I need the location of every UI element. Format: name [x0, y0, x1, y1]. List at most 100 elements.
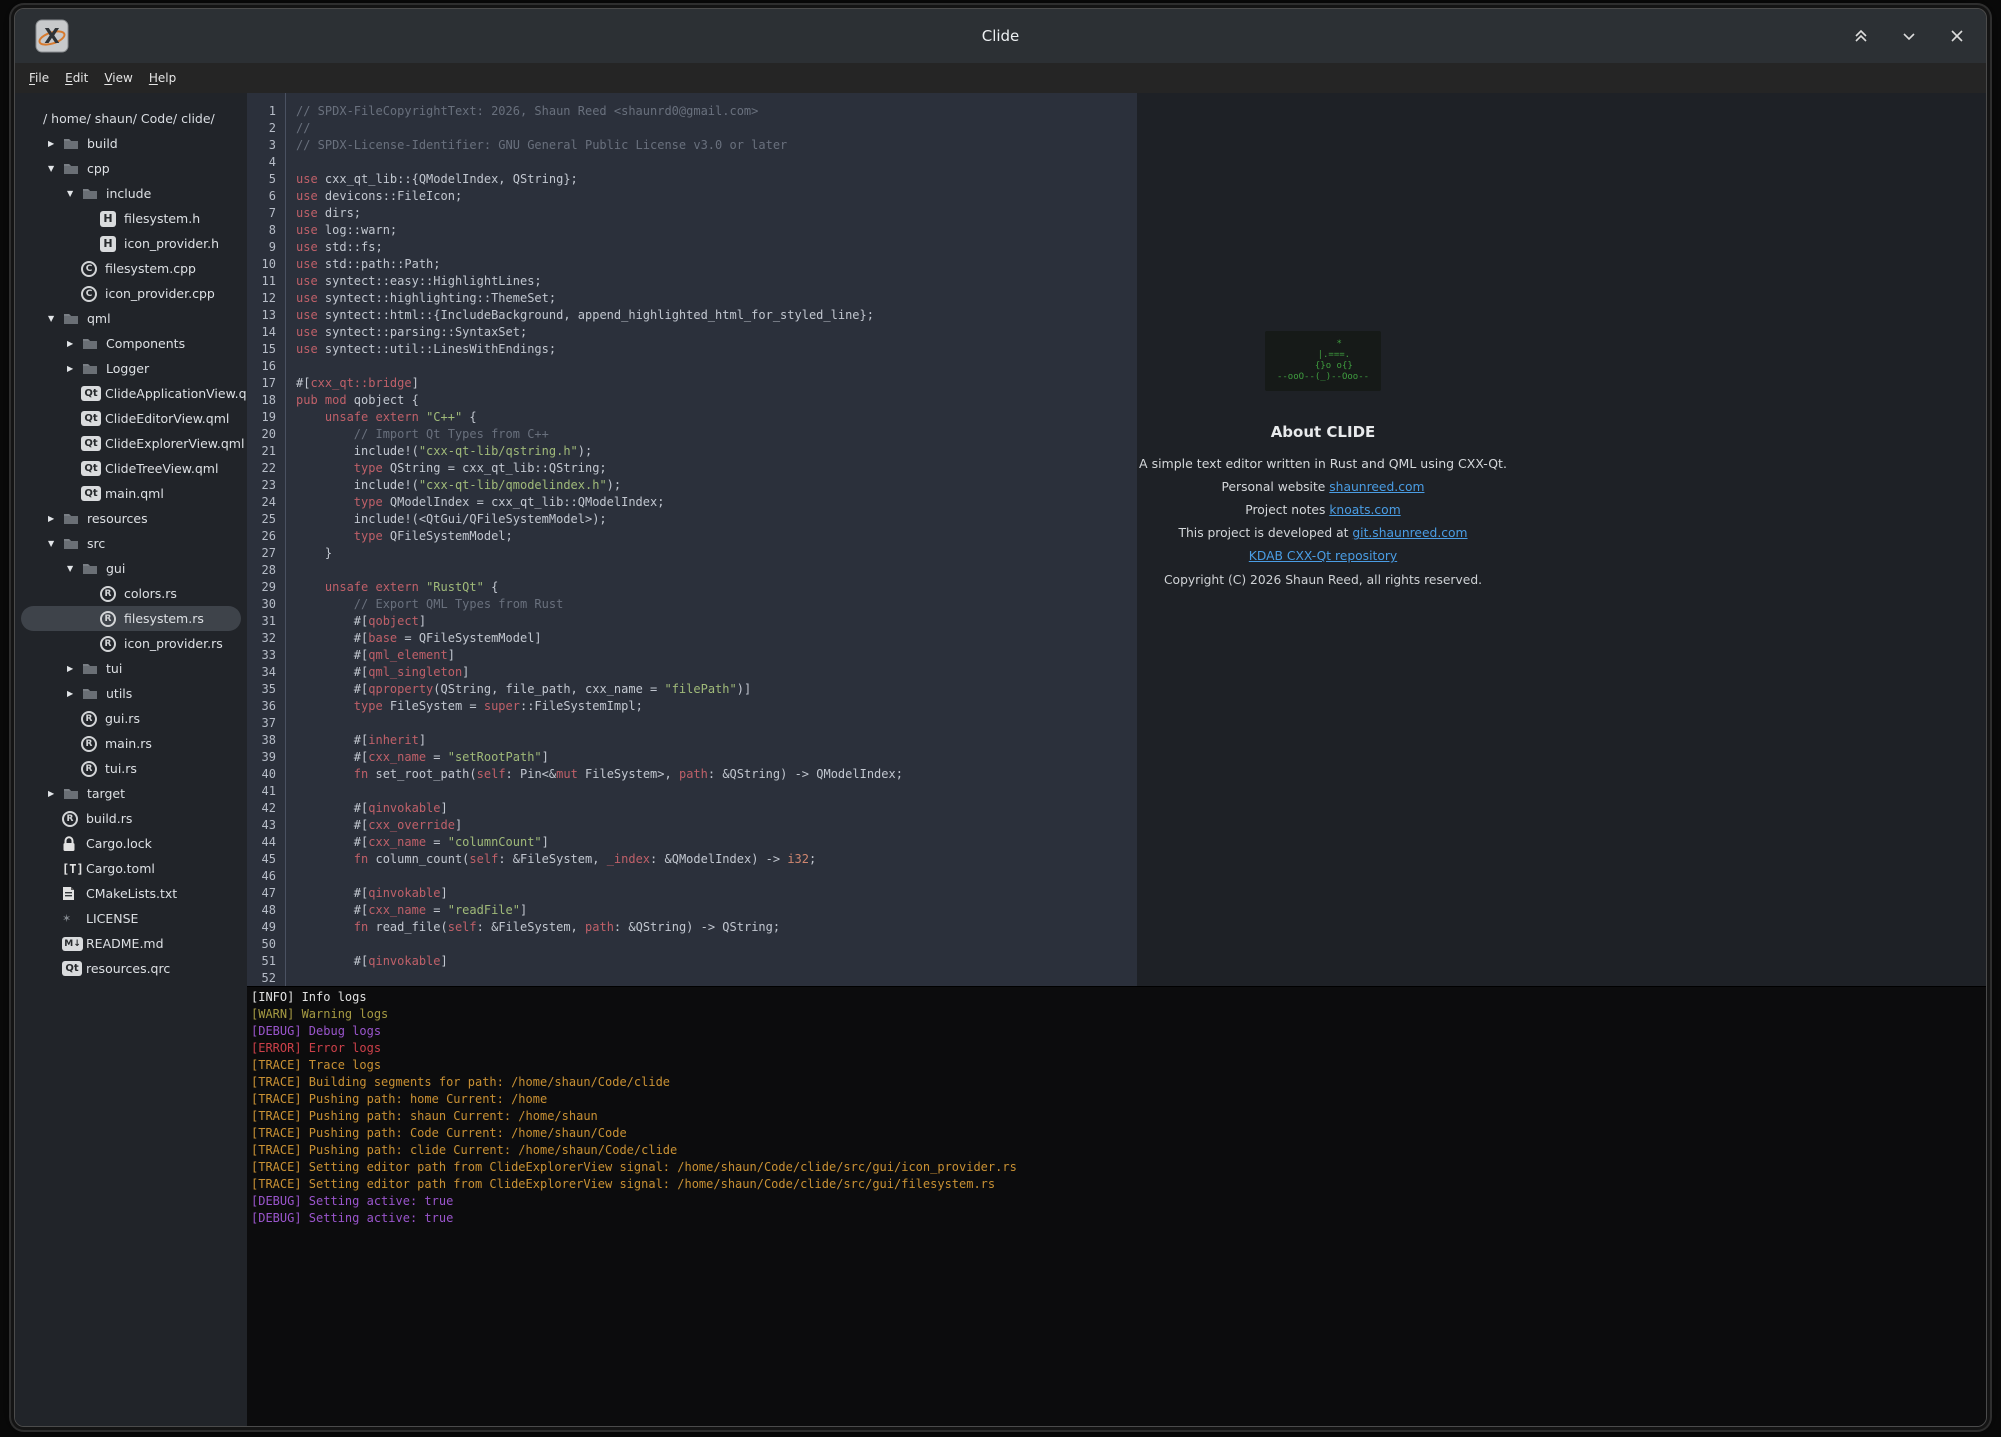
line-number: 13: [247, 307, 276, 324]
close-window-button[interactable]: [1948, 27, 1966, 45]
markdown-file-icon: M↓: [62, 937, 84, 951]
tree-item-filesystem-rs[interactable]: Rfilesystem.rs: [21, 606, 241, 631]
tree-item-readme-md[interactable]: M↓README.md: [15, 931, 247, 956]
code-line: [296, 970, 1137, 986]
code-line: use syntect::html::{IncludeBackground, a…: [296, 307, 1137, 324]
tree-item-resources[interactable]: ▶resources: [15, 506, 247, 531]
tree-item-include[interactable]: ▼include: [15, 181, 247, 206]
rust-file-icon: R: [81, 761, 103, 777]
log-line-trace: [TRACE] Setting editor path from ClideEx…: [251, 1176, 1986, 1193]
chevron-right-icon: ▶: [67, 339, 82, 348]
tree-item-src[interactable]: ▼src: [15, 531, 247, 556]
tree-item-logger[interactable]: ▶Logger: [15, 356, 247, 381]
code-line: #[qinvokable]: [296, 800, 1137, 817]
line-number: 44: [247, 834, 276, 851]
menu-edit[interactable]: Edit: [57, 71, 96, 85]
tree-item-build-rs[interactable]: Rbuild.rs: [15, 806, 247, 831]
menu-view[interactable]: View: [96, 71, 140, 85]
line-number: 30: [247, 596, 276, 613]
tree-item-tui[interactable]: ▶tui: [15, 656, 247, 681]
code-line: [296, 868, 1137, 885]
tree-item-resources-qrc[interactable]: Qtresources.qrc: [15, 956, 247, 981]
about-link-row: This project is developed at git.shaunre…: [1178, 526, 1467, 540]
tree-item-main-rs[interactable]: Rmain.rs: [15, 731, 247, 756]
log-panel[interactable]: [INFO] Info logs[WARN] Warning logs[DEBU…: [247, 986, 1986, 1426]
ascii-art: * |.===. {}o o{} --ooO--(_)--Ooo--: [1277, 339, 1369, 383]
tree-item-clideexplorerview-qml[interactable]: QtClideExplorerView.qml: [15, 431, 247, 456]
svg-text:X: X: [44, 24, 60, 48]
link-kdab-cxx-qt-repository[interactable]: KDAB CXX-Qt repository: [1249, 549, 1397, 563]
tree-item-utils[interactable]: ▶utils: [15, 681, 247, 706]
tree-item-cargo-toml[interactable]: [T]Cargo.toml: [15, 856, 247, 881]
line-number: 10: [247, 256, 276, 273]
tree-item-icon-provider-cpp[interactable]: Cicon_provider.cpp: [15, 281, 247, 306]
tree-item-gui[interactable]: ▼gui: [15, 556, 247, 581]
about-link-row: Project notes knoats.com: [1178, 503, 1467, 517]
toml-file-icon: [T]: [62, 862, 84, 876]
code-line: fn column_count(self: &FileSystem, _inde…: [296, 851, 1137, 868]
line-number: 38: [247, 732, 276, 749]
link-git-shaunreed-com[interactable]: git.shaunreed.com: [1352, 526, 1467, 540]
tree-item-filesystem-cpp[interactable]: Cfilesystem.cpp: [15, 256, 247, 281]
tree-item-gui-rs[interactable]: Rgui.rs: [15, 706, 247, 731]
code-editor[interactable]: 1234567891011121314151617181920212223242…: [247, 93, 1137, 986]
tree-item-label: README.md: [86, 936, 164, 951]
log-line-trace: [TRACE] Setting editor path from ClideEx…: [251, 1159, 1986, 1176]
line-number: 39: [247, 749, 276, 766]
shade-window-button[interactable]: [1852, 27, 1870, 45]
about-description: A simple text editor written in Rust and…: [1139, 456, 1507, 471]
tree-item-label: ClideExplorerView.qml: [105, 436, 244, 451]
code-line: #[cxx_name = "setRootPath"]: [296, 749, 1137, 766]
content-area: / home/ shaun/ Code/ clide/ ▶build▼cpp▼i…: [15, 93, 1986, 1426]
menu-help[interactable]: Help: [141, 71, 184, 85]
header-file-icon: H: [100, 236, 122, 252]
tree-item-clidetreeview-qml[interactable]: QtClideTreeView.qml: [15, 456, 247, 481]
tree-item-label: filesystem.cpp: [105, 261, 196, 276]
editor-row: 1234567891011121314151617181920212223242…: [247, 93, 1986, 986]
tree-item-tui-rs[interactable]: Rtui.rs: [15, 756, 247, 781]
menu-file[interactable]: File: [21, 71, 57, 85]
line-number: 20: [247, 426, 276, 443]
about-links: Personal website shaunreed.comProject no…: [1178, 471, 1467, 563]
line-number: 41: [247, 783, 276, 800]
link-knoats-com[interactable]: knoats.com: [1329, 503, 1400, 517]
chevron-down-icon: [1900, 27, 1918, 45]
tree-item-clideapplicationview-qml[interactable]: QtClideApplicationView.qml: [15, 381, 247, 406]
line-number: 51: [247, 953, 276, 970]
line-number: 37: [247, 715, 276, 732]
chevron-down-icon: ▼: [48, 539, 63, 548]
tree-item-license[interactable]: ✶LICENSE: [15, 906, 247, 931]
code-line: unsafe extern "C++" {: [296, 409, 1137, 426]
tree-item-label: Cargo.toml: [86, 861, 155, 876]
tree-item-clideeditorview-qml[interactable]: QtClideEditorView.qml: [15, 406, 247, 431]
tree-item-label: ClideEditorView.qml: [105, 411, 229, 426]
folder-icon: [82, 337, 104, 350]
tree-item-build[interactable]: ▶build: [15, 131, 247, 156]
text-file-icon: [62, 886, 84, 901]
tree-item-icon-provider-h[interactable]: Hicon_provider.h: [15, 231, 247, 256]
tree-item-cpp[interactable]: ▼cpp: [15, 156, 247, 181]
code-line: #[cxx_name = "columnCount"]: [296, 834, 1137, 851]
tree-item-colors-rs[interactable]: Rcolors.rs: [15, 581, 247, 606]
tree-item-cmakelists-txt[interactable]: CMakeLists.txt: [15, 881, 247, 906]
tree-item-target[interactable]: ▶target: [15, 781, 247, 806]
tree-item-icon-provider-rs[interactable]: Ricon_provider.rs: [15, 631, 247, 656]
code-line: #[inherit]: [296, 732, 1137, 749]
tree-item-qml[interactable]: ▼qml: [15, 306, 247, 331]
tree-item-label: Logger: [106, 361, 149, 376]
tree-item-filesystem-h[interactable]: Hfilesystem.h: [15, 206, 247, 231]
log-line-trace: [TRACE] Pushing path: Code Current: /hom…: [251, 1125, 1986, 1142]
minimize-window-button[interactable]: [1900, 27, 1918, 45]
chevron-right-icon: ▶: [48, 789, 63, 798]
tree-item-cargo-lock[interactable]: Cargo.lock: [15, 831, 247, 856]
chevron-down-icon: ▼: [67, 189, 82, 198]
link-shaunreed-com[interactable]: shaunreed.com: [1329, 480, 1424, 494]
file-explorer: / home/ shaun/ Code/ clide/ ▶build▼cpp▼i…: [15, 93, 247, 1426]
tree-item-main-qml[interactable]: Qtmain.qml: [15, 481, 247, 506]
tree-item-components[interactable]: ▶Components: [15, 331, 247, 356]
code-line: // SPDX-FileCopyrightText: 2026, Shaun R…: [296, 103, 1137, 120]
folder-icon: [63, 787, 85, 800]
tree-item-label: CMakeLists.txt: [86, 886, 177, 901]
line-number: 34: [247, 664, 276, 681]
tree-item-label: resources.qrc: [86, 961, 170, 976]
